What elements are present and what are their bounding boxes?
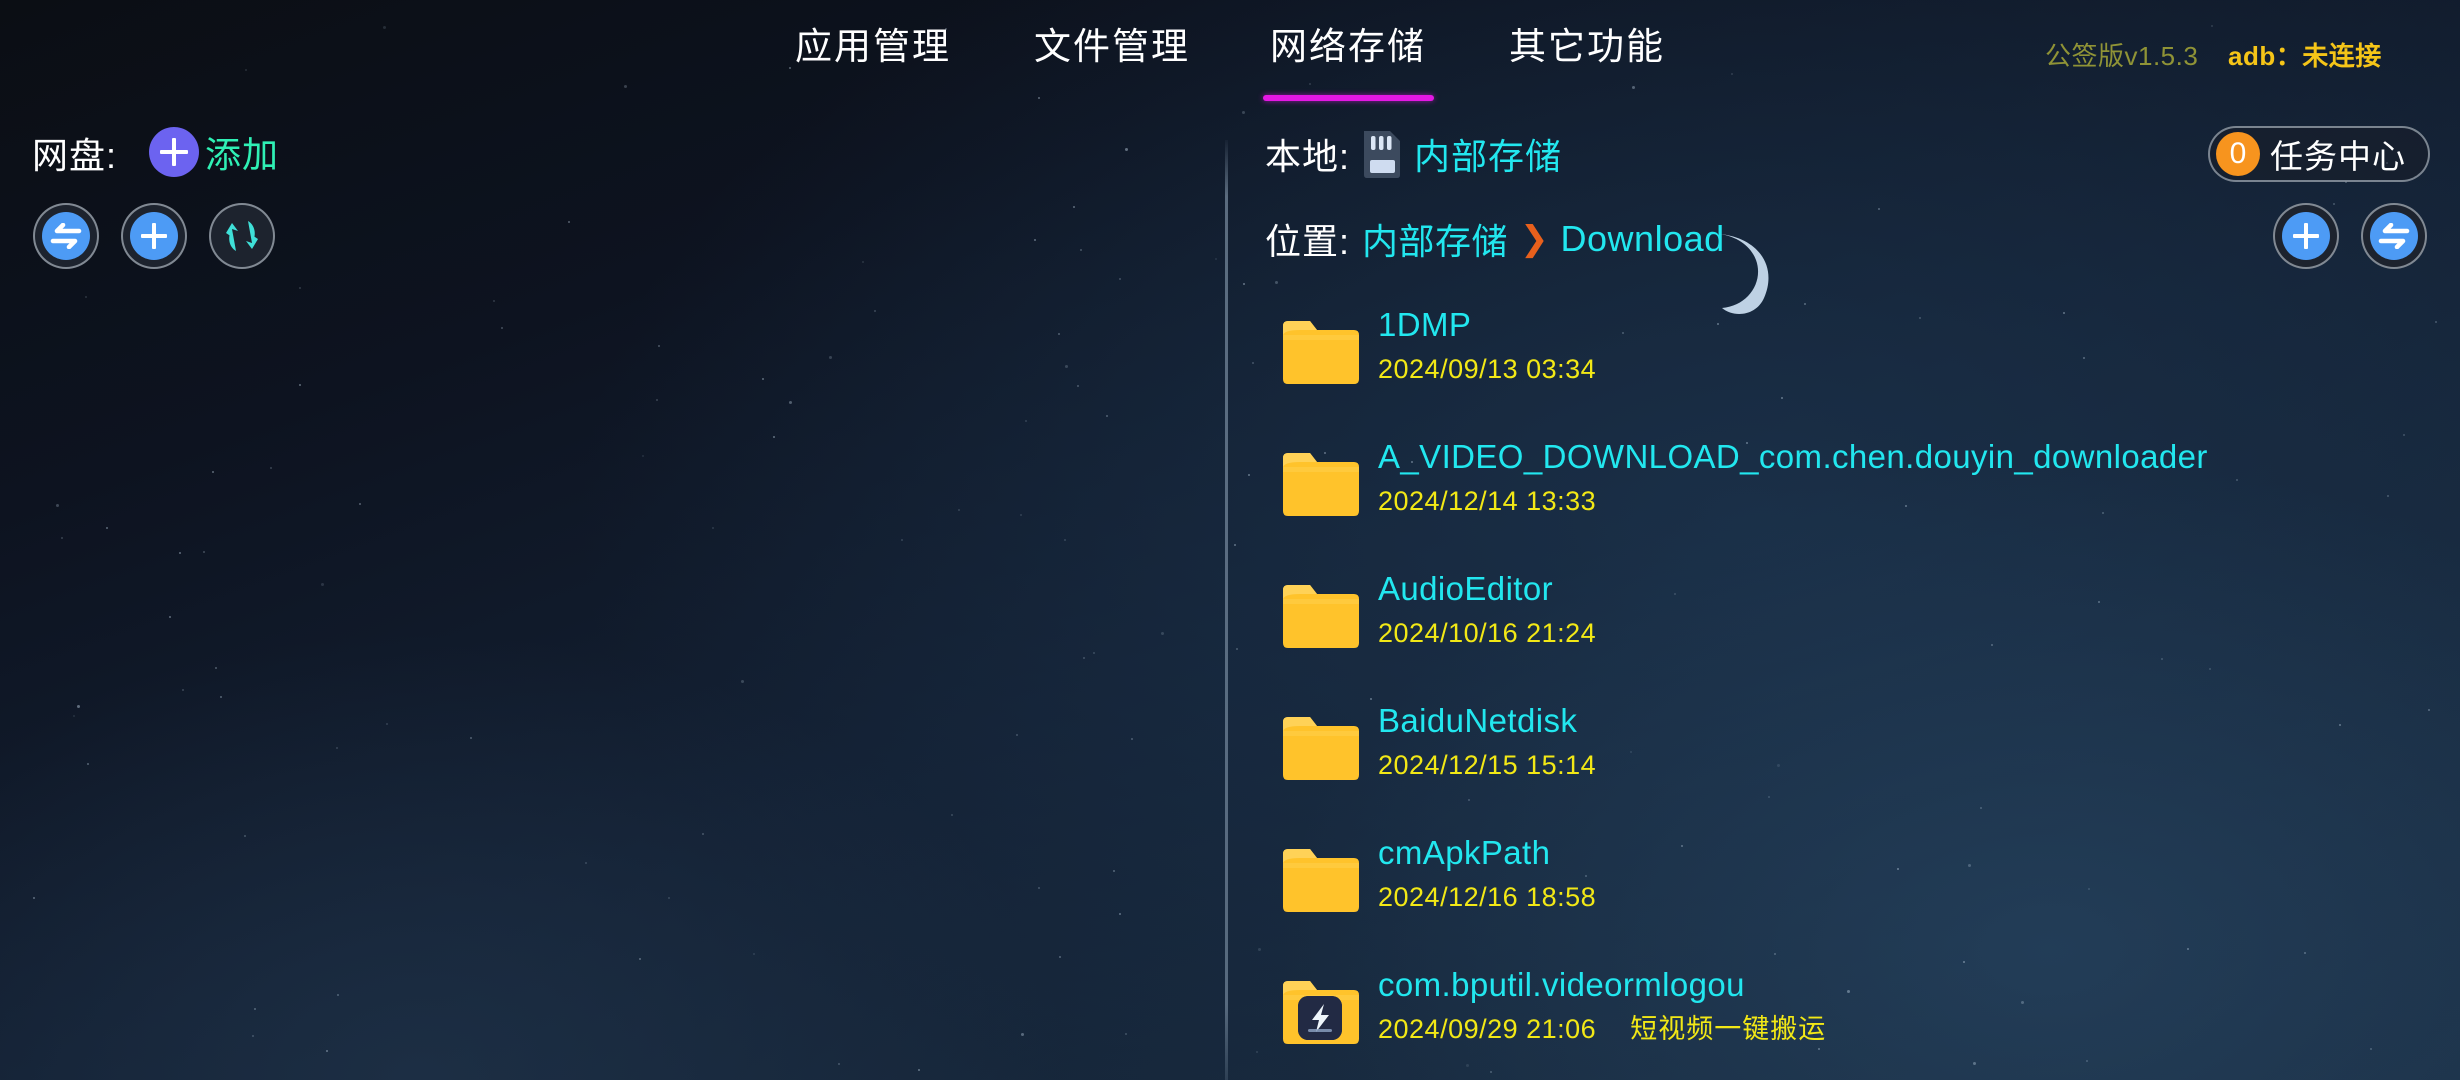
file-subline: 2024/09/13 03:34 (1378, 352, 1596, 386)
folder-icon (1280, 844, 1362, 916)
breadcrumb-item-current[interactable]: Download (1561, 218, 1725, 260)
folder-icon (1280, 712, 1362, 784)
left-toolbar (33, 203, 275, 269)
local-label: 本地: (1265, 136, 1351, 177)
file-timestamp: 2024/10/16 21:24 (1378, 618, 1597, 648)
file-subline: 2024/09/29 21:06 短视频一键搬运 (1378, 1012, 1826, 1046)
refresh-sync-icon (218, 212, 266, 260)
folder-icon (1280, 316, 1362, 388)
add-local-button[interactable] (2273, 203, 2339, 269)
file-meta: com.bputil.videormlogou 2024/09/29 21:06 短… (1378, 958, 1826, 1046)
file-meta: AudioEditor 2024/10/16 21:24 (1378, 562, 1596, 650)
transfer-arrows-icon (42, 212, 90, 260)
local-storage-selector[interactable]: 本地: 内部存储 (1265, 128, 1562, 180)
app-window: 应用管理 文件管理 网络存储 其它功能 公签版v1.5.3 adb：未连接 网盘… (0, 0, 2460, 1080)
folder-icon (1280, 448, 1362, 520)
file-meta: 1DMP 2024/09/13 03:34 (1378, 298, 1596, 386)
plus-icon (2282, 212, 2330, 260)
file-row[interactable]: 1DMP 2024/09/13 03:34 (1280, 298, 2430, 430)
transfer-local-button[interactable] (2361, 203, 2427, 269)
file-name[interactable]: 1DMP (1378, 304, 1596, 346)
file-timestamp: 2024/09/13 03:34 (1378, 354, 1597, 384)
file-name[interactable]: cmApkPath (1378, 832, 1596, 874)
add-netdisk-button[interactable] (121, 203, 187, 269)
path-label: 位置: (1265, 221, 1351, 262)
active-tab-indicator (1263, 95, 1434, 101)
app-lightning-icon (1298, 996, 1342, 1040)
file-meta: A_VIDEO_DOWNLOAD_com.chen.douyin_downloa… (1378, 430, 2208, 518)
file-timestamp: 2024/12/14 13:33 (1378, 486, 1597, 516)
panel-divider (1225, 140, 1228, 1080)
file-row[interactable]: AudioEditor 2024/10/16 21:24 (1280, 562, 2430, 694)
file-timestamp: 2024/09/29 21:06 (1378, 1014, 1597, 1044)
file-timestamp: 2024/12/16 18:58 (1378, 882, 1597, 912)
task-count-badge: 0 (2216, 132, 2260, 176)
plus-icon (130, 212, 178, 260)
file-row[interactable]: A_VIDEO_DOWNLOAD_com.chen.douyin_downloa… (1280, 430, 2430, 562)
right-toolbar (2273, 203, 2427, 269)
file-app-label: 短视频一键搬运 (1630, 1014, 1827, 1044)
transfer-arrows-icon (2370, 212, 2418, 260)
task-center-button[interactable]: 0 任务中心 (2208, 126, 2430, 182)
breadcrumb-item-root[interactable]: 内部存储 (1362, 213, 1508, 265)
file-meta: cmApkPath 2024/12/16 18:58 (1378, 826, 1596, 914)
top-tab-bar: 应用管理 文件管理 网络存储 其它功能 公签版v1.5.3 adb：未连接 (0, 0, 2460, 108)
version-label: 公签版v1.5.3 (2045, 41, 2199, 71)
plus-icon (149, 127, 199, 177)
file-subline: 2024/12/15 15:14 (1378, 748, 1596, 782)
file-name[interactable]: com.bputil.videormlogou (1378, 964, 1826, 1006)
file-row[interactable]: BaiduNetdisk 2024/12/15 15:14 (1280, 694, 2430, 826)
file-meta: BaiduNetdisk 2024/12/15 15:14 (1378, 694, 1596, 782)
breadcrumb: 位置: 内部存储 ❯ Download (1265, 213, 1725, 265)
task-center-label: 任务中心 (2270, 138, 2406, 175)
folder-icon (1280, 580, 1362, 652)
file-row[interactable]: com.bputil.videormlogou 2024/09/29 21:06 短… (1280, 958, 2430, 1080)
refresh-button[interactable] (209, 203, 275, 269)
sd-card-icon (1360, 129, 1404, 179)
adb-status-label: adb：未连接 (2228, 41, 2382, 71)
file-name[interactable]: BaiduNetdisk (1378, 700, 1596, 742)
tab-network-storage[interactable]: 网络存储 (1270, 24, 1426, 70)
tab-app-management[interactable]: 应用管理 (795, 24, 951, 70)
folder-app-icon (1280, 976, 1362, 1048)
transfer-button[interactable] (33, 203, 99, 269)
tab-file-management[interactable]: 文件管理 (1034, 24, 1190, 70)
file-row[interactable]: cmApkPath 2024/12/16 18:58 (1280, 826, 2430, 958)
file-subline: 2024/12/14 13:33 (1378, 484, 2208, 518)
add-netdisk-label: 添加 (205, 134, 280, 175)
file-subline: 2024/10/16 21:24 (1378, 616, 1596, 650)
add-netdisk-chip[interactable]: 添加 (149, 126, 279, 178)
file-list: 1DMP 2024/09/13 03:34 A_VIDEO_DOWNLOAD_co… (1280, 298, 2430, 1080)
file-name[interactable]: A_VIDEO_DOWNLOAD_com.chen.douyin_downloa… (1378, 436, 2208, 478)
local-storage-value[interactable]: 内部存储 (1414, 128, 1562, 180)
file-timestamp: 2024/12/15 15:14 (1378, 750, 1597, 780)
netdisk-label: 网盘: (32, 135, 118, 176)
file-name[interactable]: AudioEditor (1378, 568, 1596, 610)
tab-other-features[interactable]: 其它功能 (1509, 24, 1665, 70)
file-subline: 2024/12/16 18:58 (1378, 880, 1596, 914)
chevron-right-icon: ❯ (1520, 220, 1549, 258)
